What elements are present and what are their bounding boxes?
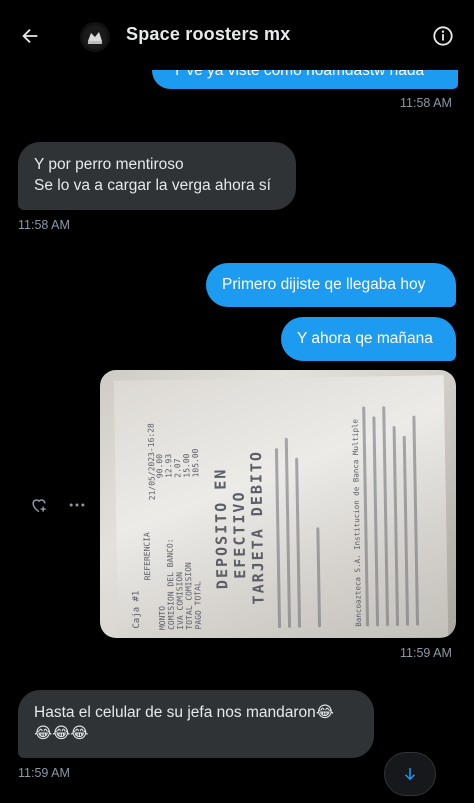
message-timestamp: 11:58 AM (18, 218, 70, 232)
avatar[interactable] (80, 22, 110, 52)
back-button[interactable] (14, 20, 46, 52)
more-options-button[interactable] (66, 494, 88, 516)
receipt-text-line (392, 425, 400, 627)
receipt-title: TARJETA DEBITO (246, 449, 268, 605)
receipt-photo[interactable]: Caja #1 REFERENCIA 21/05/2023-16:28 MONT… (100, 370, 456, 638)
receipt-text-line (362, 406, 370, 627)
receipt-text-line (274, 448, 282, 629)
arrow-down-icon (404, 768, 416, 781)
message-timestamp: 11:59 AM (18, 766, 70, 780)
arrow-left-icon (22, 28, 38, 44)
message-text: Y por perro mentiroso (34, 156, 184, 173)
receipt-amount: 15.00 (182, 453, 192, 478)
more-horizontal-icon (69, 503, 85, 507)
message-text: 😂😂😂 (34, 725, 89, 742)
receipt-text-line (412, 415, 420, 626)
receipt-paper: Caja #1 REFERENCIA 21/05/2023-16:28 MONT… (113, 375, 449, 638)
receipt-label: PAGO TOTAL (193, 581, 204, 630)
dm-conversation: Space roosters mx Y ve ya viste como noa… (0, 0, 474, 803)
info-icon (433, 26, 453, 46)
message-bubble-incoming[interactable]: Hasta el celular de su jefa nos mandaron… (18, 690, 374, 758)
receipt-footer: Bancoazteca S.A. Institucion de Banca Mu… (350, 418, 364, 627)
receipt-text-line (316, 527, 322, 628)
group-logo-icon (83, 25, 107, 49)
receipt-ref-label: REFERENCIA (142, 532, 153, 581)
message-bubble-outgoing[interactable]: Primero dijiste qe llegaba hoy (206, 263, 456, 307)
message-bubble-outgoing[interactable]: Y ahora qe mañana (281, 317, 456, 361)
receipt-text-line (372, 416, 380, 627)
message-timestamp: 11:58 AM (400, 96, 452, 110)
info-button[interactable] (429, 22, 457, 50)
conversation-header: Space roosters mx (0, 0, 474, 70)
receipt-header: Caja #1 (131, 590, 143, 629)
receipt-text-line (295, 457, 302, 628)
message-timestamp: 11:59 AM (400, 646, 452, 660)
receipt-text-line (284, 437, 292, 628)
add-reaction-button[interactable] (28, 494, 50, 516)
receipt-text-line (382, 406, 390, 627)
receipt-title: EFECTIVO (229, 490, 250, 579)
receipt-amount: 90.00 (155, 453, 165, 479)
conversation-title[interactable]: Space roosters mx (126, 24, 290, 45)
message-text: Y ahora qe mañana (297, 330, 433, 347)
receipt-amount: 105.00 (190, 448, 201, 478)
receipt-title: DEPOSITO EN (211, 467, 232, 590)
message-text: Hasta el celular de su jefa nos mandaron… (34, 704, 334, 721)
message-bubble-incoming[interactable]: Y por perro mentiroso Se lo va a cargar … (18, 142, 296, 210)
heart-plus-icon (32, 499, 46, 513)
scroll-to-bottom-button[interactable] (384, 752, 436, 796)
receipt-amount: 2.07 (173, 458, 183, 478)
receipt-text-line (402, 435, 410, 626)
receipt-label: MONTO (157, 605, 168, 631)
message-text: Se lo va a cargar la verga ahora sí (34, 177, 271, 194)
message-text: Primero dijiste qe llegaba hoy (222, 276, 426, 293)
receipt-amount: 12.93 (164, 453, 174, 479)
